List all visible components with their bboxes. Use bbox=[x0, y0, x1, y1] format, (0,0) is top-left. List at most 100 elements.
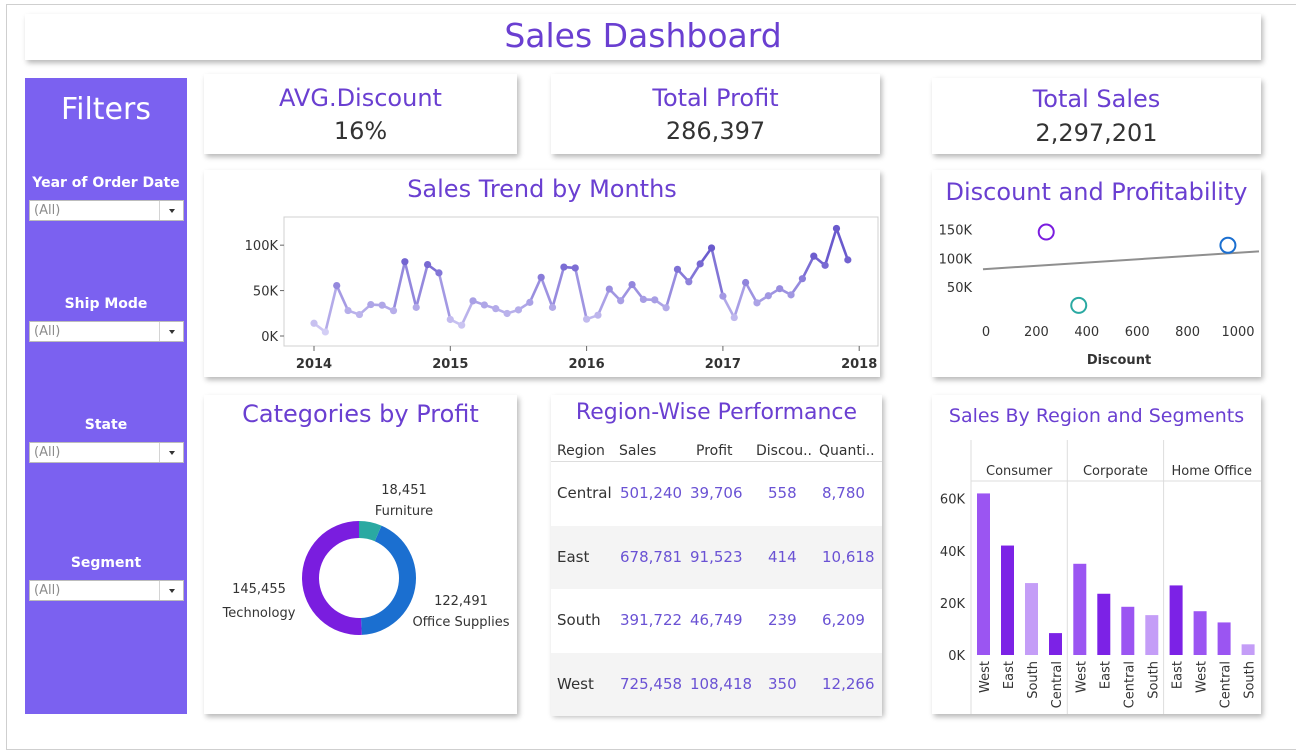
y-tick-label: 100K bbox=[245, 239, 279, 254]
kpi-label: AVG.Discount bbox=[279, 84, 442, 112]
x-category-label: West bbox=[1074, 661, 1089, 693]
chevron-down-icon[interactable] bbox=[169, 451, 175, 455]
table-row[interactable]: East 678,781 91,523 414 10,618 bbox=[551, 525, 882, 589]
trend-point bbox=[628, 280, 636, 289]
table-column-header[interactable]: Quanti.. bbox=[819, 443, 875, 459]
region-cell: South bbox=[557, 611, 601, 629]
trend-point bbox=[753, 299, 761, 307]
trend-point bbox=[412, 303, 420, 311]
filter-ship-mode-select[interactable]: (All) bbox=[29, 321, 184, 342]
y-tick-label: 50K bbox=[947, 281, 973, 296]
trend-point bbox=[594, 311, 602, 319]
trend-line-segment bbox=[596, 287, 611, 317]
trend-line-segment bbox=[721, 294, 736, 319]
filter-segment-value: (All) bbox=[34, 583, 61, 598]
trend-point bbox=[423, 261, 432, 269]
filter-year-value: (All) bbox=[34, 203, 61, 218]
bar bbox=[1025, 583, 1038, 655]
donut-category-label: Furniture bbox=[375, 504, 433, 519]
trend-point bbox=[776, 285, 784, 293]
trend-line-segment bbox=[835, 227, 850, 262]
trend-point bbox=[707, 244, 716, 252]
chevron-down-icon[interactable] bbox=[169, 209, 175, 213]
categories-donut-chart: 145,455 Technology 122,491 Office Supplies 1… bbox=[222, 483, 510, 635]
trend-point bbox=[730, 313, 738, 322]
x-category-label: East bbox=[1098, 661, 1113, 689]
bar bbox=[1145, 615, 1159, 655]
trend-point bbox=[514, 306, 523, 314]
filter-label-segment: Segment bbox=[70, 555, 142, 571]
y-tick-label: 60K bbox=[940, 493, 966, 508]
bar bbox=[1121, 606, 1135, 655]
select-separator bbox=[159, 201, 160, 220]
trend-point bbox=[821, 261, 829, 269]
filter-label-year: Year of Order Date bbox=[32, 175, 180, 191]
bar bbox=[1049, 633, 1062, 655]
x-category-label: South bbox=[1026, 661, 1041, 699]
x-tick-label: 2018 bbox=[841, 357, 877, 372]
trend-point bbox=[605, 285, 613, 293]
trend-line-segment bbox=[823, 227, 838, 267]
bar bbox=[1073, 563, 1087, 655]
filters-panel: Filters Year of Order Date (All) Ship Mo… bbox=[25, 78, 187, 714]
trend-point bbox=[321, 328, 329, 336]
kpi-total-profit: Total Profit 286,397 bbox=[551, 74, 880, 154]
table-row[interactable]: Central 501,240 39,706 558 8,780 bbox=[551, 462, 882, 526]
table-column-header[interactable]: Region bbox=[557, 443, 605, 459]
trend-point bbox=[344, 306, 352, 315]
value-cell: 725,458 bbox=[620, 674, 683, 693]
filter-label-state: State bbox=[84, 417, 128, 433]
value-cell: 414 bbox=[768, 547, 797, 566]
table-row[interactable]: South 391,722 46,749 239 6,209 bbox=[551, 589, 882, 653]
filter-segment-select[interactable]: (All) bbox=[29, 580, 184, 601]
trend-point bbox=[401, 258, 409, 266]
bar bbox=[1097, 593, 1111, 655]
value-cell: 350 bbox=[768, 674, 797, 693]
kpi-value: 16% bbox=[333, 117, 388, 145]
donut-value-label: 122,491 bbox=[434, 594, 488, 609]
segment-header: Consumer bbox=[986, 464, 1053, 479]
table-row[interactable]: West 725,458 108,418 350 12,266 bbox=[551, 652, 882, 716]
kpi-label: Total Sales bbox=[1032, 85, 1161, 113]
trend-line-segment bbox=[414, 263, 429, 309]
trend-point bbox=[526, 298, 534, 306]
table-header-row: Region Sales Profit Discou.. Quanti.. bbox=[551, 440, 882, 462]
value-cell: 108,418 bbox=[690, 674, 753, 693]
trend-point bbox=[685, 278, 693, 286]
trend-point bbox=[662, 304, 670, 312]
bar bbox=[1217, 622, 1231, 655]
trend-line-segment bbox=[573, 266, 588, 321]
x-tick-label: 600 bbox=[1125, 325, 1150, 340]
kpi-label: Total Profit bbox=[652, 84, 779, 112]
kpi-value: 2,297,201 bbox=[1035, 119, 1158, 147]
trend-point bbox=[378, 301, 386, 309]
x-category-label: East bbox=[1002, 661, 1017, 689]
table-column-header[interactable]: Discou.. bbox=[756, 443, 812, 459]
select-separator bbox=[159, 443, 160, 462]
y-tick-label: 0K bbox=[948, 649, 965, 664]
region-cell: West bbox=[557, 674, 594, 693]
bar bbox=[1241, 644, 1255, 655]
y-tick-label: 150K bbox=[939, 223, 973, 238]
chevron-down-icon[interactable] bbox=[169, 589, 175, 593]
bar bbox=[1193, 611, 1207, 655]
table-column-header[interactable]: Sales bbox=[619, 443, 656, 459]
x-tick-label: 2014 bbox=[296, 357, 332, 372]
trend-point bbox=[503, 309, 511, 318]
x-tick-label: 400 bbox=[1074, 325, 1099, 340]
bar bbox=[977, 493, 990, 655]
filter-year-select[interactable]: (All) bbox=[29, 200, 184, 221]
filter-ship-mode-value: (All) bbox=[34, 324, 61, 339]
value-cell: 678,781 bbox=[620, 547, 683, 566]
value-cell: 46,749 bbox=[690, 611, 743, 629]
trend-point bbox=[673, 265, 682, 273]
trend-point bbox=[742, 278, 750, 287]
select-separator bbox=[159, 581, 160, 600]
trend-point bbox=[480, 301, 488, 309]
table-column-header[interactable]: Profit bbox=[696, 443, 733, 459]
trend-point bbox=[355, 310, 364, 319]
filter-state-select[interactable]: (All) bbox=[29, 442, 184, 463]
chevron-down-icon[interactable] bbox=[169, 330, 175, 334]
trend-line-segment bbox=[664, 268, 679, 310]
value-cell: 558 bbox=[768, 484, 797, 502]
